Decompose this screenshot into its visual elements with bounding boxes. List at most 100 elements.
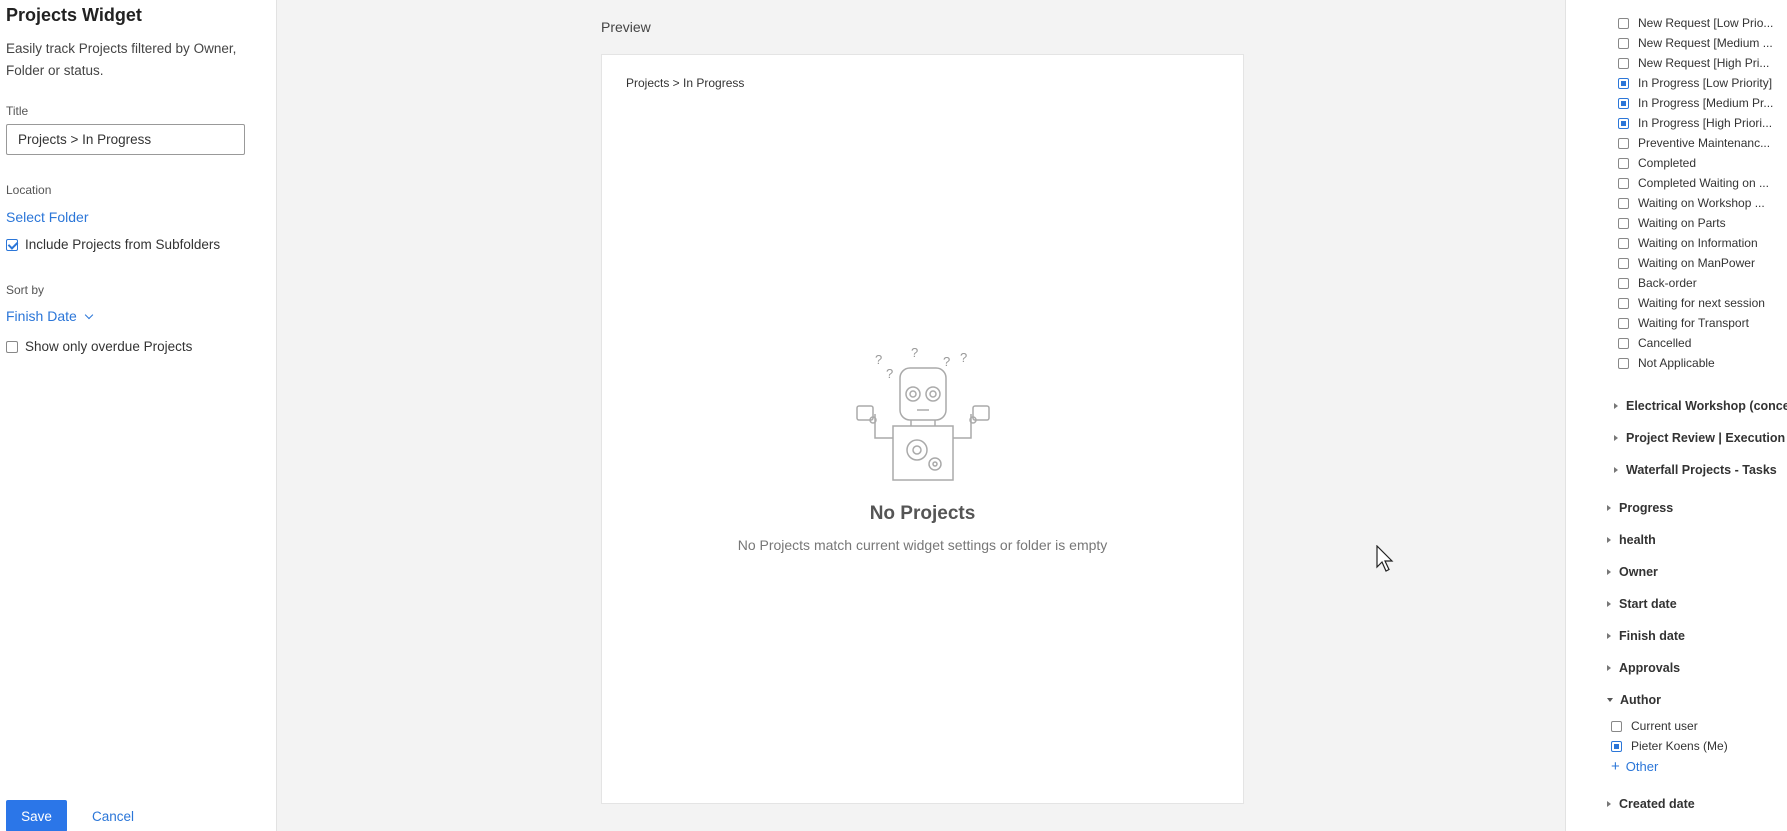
filter-group-author[interactable]: Author: [1607, 684, 1728, 716]
svg-text:?: ?: [886, 366, 893, 381]
author-options: Current user Pieter Koens (Me): [1607, 716, 1728, 756]
status-option[interactable]: Waiting for Transport: [1618, 313, 1773, 333]
filter-group-label: Created date: [1619, 797, 1695, 811]
status-option[interactable]: Preventive Maintenanc...: [1618, 133, 1773, 153]
confused-robot-icon: ? ? ? ? ?: [855, 345, 990, 481]
status-option[interactable]: New Request [Low Prio...: [1618, 13, 1773, 33]
status-label: Completed: [1638, 156, 1697, 170]
location-label: Location: [6, 183, 52, 197]
sort-by-label: Sort by: [6, 283, 45, 297]
status-checkbox[interactable]: [1618, 337, 1629, 349]
status-option[interactable]: Back-order: [1618, 273, 1773, 293]
filter-group-health[interactable]: health: [1607, 524, 1728, 556]
expand-arrow-icon: [1607, 537, 1611, 543]
status-checkbox[interactable]: [1618, 317, 1629, 329]
status-checkbox[interactable]: [1618, 57, 1629, 69]
status-option[interactable]: New Request [Medium ...: [1618, 33, 1773, 53]
filter-group-label: Owner: [1619, 565, 1658, 579]
workflow-group-label: Waterfall Projects - Tasks: [1626, 463, 1777, 477]
status-option[interactable]: Waiting on ManPower: [1618, 253, 1773, 273]
filter-group-finish-date[interactable]: Finish date: [1607, 620, 1728, 652]
status-checkbox[interactable]: [1618, 17, 1629, 29]
overdue-only-option[interactable]: Show only overdue Projects: [6, 339, 270, 354]
svg-text:?: ?: [911, 345, 918, 360]
widget-preview-card: Projects > In Progress ? ? ? ? ? No Proj…: [601, 54, 1244, 804]
status-label: Cancelled: [1638, 336, 1692, 350]
empty-state-title: No Projects: [869, 503, 976, 524]
filter-group-progress[interactable]: Progress: [1607, 492, 1728, 524]
status-checkbox[interactable]: [1618, 137, 1629, 149]
status-checkbox[interactable]: [1618, 177, 1629, 189]
status-label: In Progress [Low Priority]: [1638, 76, 1773, 90]
overdue-only-checkbox[interactable]: [6, 340, 18, 353]
filter-group-created-date[interactable]: Created date: [1607, 788, 1728, 820]
svg-text:?: ?: [960, 350, 967, 365]
status-checkbox[interactable]: [1618, 117, 1629, 129]
status-option[interactable]: New Request [High Pri...: [1618, 53, 1773, 73]
workflow-group[interactable]: Waterfall Projects - Tasks: [1614, 454, 1787, 486]
status-label: Completed Waiting on ...: [1638, 176, 1769, 190]
widget-settings-panel: Projects Widget Easily track Projects fi…: [0, 0, 277, 831]
status-label: Waiting on Parts: [1638, 216, 1726, 230]
author-label: Current user: [1631, 719, 1698, 733]
add-other-author-link[interactable]: + Other: [1607, 756, 1728, 776]
expand-arrow-icon: [1607, 569, 1611, 575]
collapse-arrow-icon: [1607, 698, 1613, 702]
status-label: New Request [Low Prio...: [1638, 16, 1774, 30]
workflow-group[interactable]: Project Review | Execution: [1614, 422, 1787, 454]
expand-arrow-icon: [1607, 505, 1611, 511]
status-option[interactable]: Waiting on Workshop ...: [1618, 193, 1773, 213]
status-option[interactable]: Waiting on Information: [1618, 233, 1773, 253]
status-checkbox[interactable]: [1618, 357, 1629, 369]
status-checkbox[interactable]: [1618, 97, 1629, 109]
status-option[interactable]: Waiting for next session: [1618, 293, 1773, 313]
expand-arrow-icon: [1607, 801, 1611, 807]
status-checkbox[interactable]: [1618, 297, 1629, 309]
status-checkbox[interactable]: [1618, 37, 1629, 49]
status-checkbox[interactable]: [1618, 217, 1629, 229]
filter-group-start-date[interactable]: Start date: [1607, 588, 1728, 620]
status-label: Waiting for Transport: [1638, 316, 1749, 330]
include-subfolders-checkbox[interactable]: [6, 238, 18, 251]
status-option[interactable]: Completed Waiting on ...: [1618, 173, 1773, 193]
filter-group-label: Start date: [1619, 597, 1677, 611]
status-checkbox[interactable]: [1618, 157, 1629, 169]
workflow-group[interactable]: Electrical Workshop (concep: [1614, 390, 1787, 422]
status-option[interactable]: Cancelled: [1618, 333, 1773, 353]
status-checkbox[interactable]: [1618, 257, 1629, 269]
save-button[interactable]: Save: [6, 800, 67, 831]
status-option[interactable]: Not Applicable: [1618, 353, 1773, 373]
filter-group-approvals[interactable]: Approvals: [1607, 652, 1728, 684]
status-checkbox[interactable]: [1618, 197, 1629, 209]
plus-icon: +: [1611, 757, 1620, 775]
overdue-only-label: Show only overdue Projects: [25, 339, 193, 354]
author-checkbox[interactable]: [1611, 740, 1622, 752]
status-label: Back-order: [1638, 276, 1697, 290]
empty-state: ? ? ? ? ? No Projects No Projects match …: [602, 344, 1243, 553]
status-label: Waiting on Workshop ...: [1638, 196, 1765, 210]
filter-group-owner[interactable]: Owner: [1607, 556, 1728, 588]
status-option[interactable]: Completed: [1618, 153, 1773, 173]
sort-by-dropdown[interactable]: Finish Date: [6, 308, 270, 324]
status-option[interactable]: In Progress [High Priori...: [1618, 113, 1773, 133]
status-checkbox[interactable]: [1618, 237, 1629, 249]
status-label: Waiting on Information: [1638, 236, 1758, 250]
filter-group-label: health: [1619, 533, 1656, 547]
status-label: In Progress [High Priori...: [1638, 116, 1773, 130]
include-subfolders-option[interactable]: Include Projects from Subfolders: [6, 237, 270, 252]
status-option[interactable]: In Progress [Medium Pr...: [1618, 93, 1773, 113]
status-checkbox[interactable]: [1618, 77, 1629, 89]
author-option[interactable]: Current user: [1611, 716, 1728, 736]
title-input[interactable]: [6, 124, 245, 155]
filter-group-label: Author: [1620, 693, 1661, 707]
cancel-button[interactable]: Cancel: [92, 809, 134, 824]
status-checkbox[interactable]: [1618, 277, 1629, 289]
select-folder-link[interactable]: Select Folder: [6, 209, 270, 225]
status-option[interactable]: Waiting on Parts: [1618, 213, 1773, 233]
author-checkbox[interactable]: [1611, 720, 1622, 732]
title-label: Title: [6, 104, 29, 118]
author-option[interactable]: Pieter Koens (Me): [1611, 736, 1728, 756]
expand-arrow-icon: [1614, 435, 1618, 441]
status-option[interactable]: In Progress [Low Priority]: [1618, 73, 1773, 93]
empty-state-message: No Projects match current widget setting…: [737, 537, 1108, 553]
